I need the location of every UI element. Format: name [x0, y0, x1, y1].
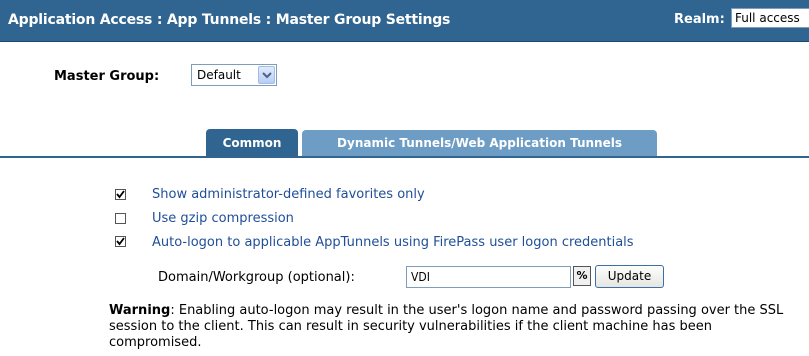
- warning-text: : Enabling auto-logon may result in the …: [109, 303, 784, 350]
- domain-input[interactable]: VDI: [406, 266, 571, 288]
- chevron-down-icon: [262, 72, 272, 79]
- page-header: Application Access : App Tunnels : Maste…: [0, 0, 809, 42]
- realm-select[interactable]: Full access: [731, 8, 809, 28]
- master-group-select[interactable]: Default: [191, 64, 277, 86]
- checkmark-icon: [116, 190, 125, 199]
- page-title: Application Access : App Tunnels : Maste…: [8, 12, 451, 28]
- master-group-value: Default: [197, 68, 241, 82]
- warning-prefix: Warning: [109, 303, 171, 318]
- warning-message: Warning: Enabling auto-logon may result …: [109, 303, 799, 351]
- gzip-option-label[interactable]: Use gzip compression: [152, 211, 294, 226]
- favorites-checkbox[interactable]: [115, 189, 126, 200]
- tab-dynamic-tunnels[interactable]: Dynamic Tunnels/Web Application Tunnels: [302, 130, 657, 156]
- gzip-checkbox[interactable]: [115, 213, 126, 224]
- realm-label: Realm:: [674, 12, 725, 27]
- tab-divider: [0, 156, 809, 158]
- dropdown-button[interactable]: [258, 66, 275, 84]
- checkmark-icon: [116, 237, 125, 246]
- master-group-label: Master Group:: [54, 69, 160, 84]
- auto-logon-checkbox[interactable]: [115, 236, 126, 247]
- auto-logon-option-label[interactable]: Auto-logon to applicable AppTunnels usin…: [152, 235, 634, 250]
- percent-button[interactable]: %: [573, 266, 591, 286]
- favorites-option-label[interactable]: Show administrator-defined favorites onl…: [152, 187, 425, 202]
- update-button[interactable]: Update: [595, 265, 664, 288]
- tab-common[interactable]: Common: [206, 129, 298, 157]
- domain-label: Domain/Workgroup (optional):: [158, 270, 355, 285]
